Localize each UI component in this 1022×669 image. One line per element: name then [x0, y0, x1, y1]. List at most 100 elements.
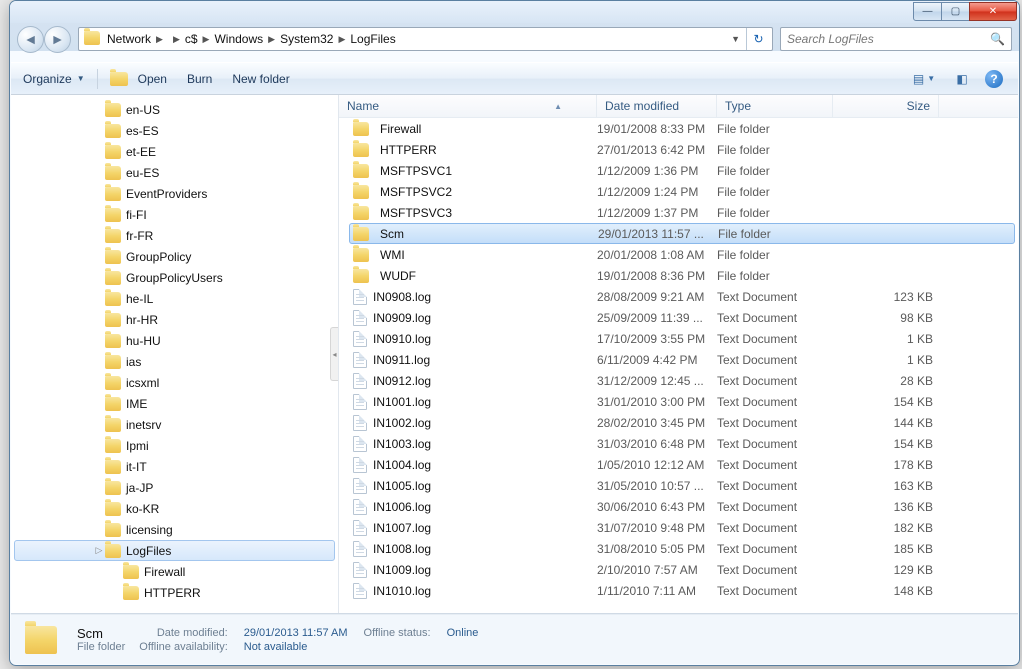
file-name: IN1006.log — [373, 500, 431, 514]
toolbar: Organize ▼ Open Burn New folder ▤ ▼ ◧ ? — [11, 62, 1018, 95]
file-rows[interactable]: Firewall19/01/2008 8:33 PMFile folderHTT… — [339, 118, 1018, 613]
preview-pane-button[interactable]: ◧ — [946, 66, 978, 92]
breadcrumb[interactable]: c$ — [181, 32, 202, 46]
tree-item-label: hu-HU — [126, 334, 161, 348]
expand-icon[interactable]: ▷ — [93, 545, 105, 556]
chevron-right-icon[interactable]: ▶ — [155, 34, 164, 45]
tree-item[interactable]: EventProviders — [11, 183, 338, 204]
burn-button[interactable]: Burn — [177, 66, 222, 92]
sort-indicator-icon: ▲ — [554, 102, 588, 111]
maximize-button[interactable]: ▢ — [941, 2, 970, 21]
close-button[interactable]: ✕ — [969, 2, 1017, 21]
tree-item[interactable]: inetsrv — [11, 414, 338, 435]
folder-icon — [105, 544, 121, 558]
file-name: IN0912.log — [373, 374, 431, 388]
tree-item[interactable]: licensing — [11, 519, 338, 540]
file-row[interactable]: IN1002.log28/02/2010 3:45 PMText Documen… — [339, 412, 1018, 433]
tree-item[interactable]: et-EE — [11, 141, 338, 162]
tree-item[interactable]: ja-JP — [11, 477, 338, 498]
tree-item-label: inetsrv — [126, 418, 161, 432]
file-size: 144 KB — [833, 416, 933, 430]
chevron-right-icon[interactable]: ▶ — [267, 34, 276, 45]
column-type[interactable]: Type — [717, 95, 833, 117]
address-bar[interactable]: Network▶ ▶ c$▶ Windows▶ System32▶ LogFil… — [78, 27, 773, 51]
breadcrumb[interactable]: LogFiles — [346, 32, 399, 46]
file-row[interactable]: IN1008.log31/08/2010 5:05 PMText Documen… — [339, 538, 1018, 559]
file-row[interactable]: WUDF19/01/2008 8:36 PMFile folder — [339, 265, 1018, 286]
tree-item[interactable]: IME — [11, 393, 338, 414]
file-row[interactable]: MSFTPSVC11/12/2009 1:36 PMFile folder — [339, 160, 1018, 181]
file-row[interactable]: Firewall19/01/2008 8:33 PMFile folder — [339, 118, 1018, 139]
file-row[interactable]: IN1005.log31/05/2010 10:57 ...Text Docum… — [339, 475, 1018, 496]
organize-menu[interactable]: Organize ▼ — [19, 66, 95, 92]
tree-item[interactable]: GroupPolicy — [11, 246, 338, 267]
folder-icon — [105, 250, 121, 264]
file-row[interactable]: IN0910.log17/10/2009 3:55 PMText Documen… — [339, 328, 1018, 349]
tree-item-label: IME — [126, 397, 147, 411]
file-row[interactable]: IN1003.log31/03/2010 6:48 PMText Documen… — [339, 433, 1018, 454]
file-row[interactable]: IN1010.log1/11/2010 7:11 AMText Document… — [339, 580, 1018, 601]
tree-item[interactable]: hu-HU — [11, 330, 338, 351]
file-row[interactable]: HTTPERR27/01/2013 6:42 PMFile folder — [339, 139, 1018, 160]
file-date: 1/11/2010 7:11 AM — [597, 584, 717, 598]
file-type: Text Document — [717, 353, 833, 367]
tree-item[interactable]: hr-HR — [11, 309, 338, 330]
column-date[interactable]: Date modified — [597, 95, 717, 117]
views-button[interactable]: ▤ ▼ — [902, 66, 946, 92]
tree-item[interactable]: HTTPERR — [11, 582, 338, 603]
file-row[interactable]: IN1007.log31/07/2010 9:48 PMText Documen… — [339, 517, 1018, 538]
tree-item[interactable]: ko-KR — [11, 498, 338, 519]
navigation-tree[interactable]: en-USes-ESet-EEeu-ESEventProvidersfi-FIf… — [11, 95, 339, 613]
file-row[interactable]: MSFTPSVC21/12/2009 1:24 PMFile folder — [339, 181, 1018, 202]
new-folder-button[interactable]: New folder — [222, 66, 299, 92]
folder-icon — [105, 376, 121, 390]
file-row[interactable]: IN0908.log28/08/2009 9:21 AMText Documen… — [339, 286, 1018, 307]
tree-item[interactable]: fr-FR — [11, 225, 338, 246]
file-row[interactable]: IN1001.log31/01/2010 3:00 PMText Documen… — [339, 391, 1018, 412]
tree-item[interactable]: eu-ES — [11, 162, 338, 183]
tree-item[interactable]: Firewall — [11, 561, 338, 582]
file-row[interactable]: IN1004.log1/05/2010 12:12 AMText Documen… — [339, 454, 1018, 475]
tree-item[interactable]: es-ES — [11, 120, 338, 141]
file-row[interactable]: MSFTPSVC31/12/2009 1:37 PMFile folder — [339, 202, 1018, 223]
file-row[interactable]: IN0912.log31/12/2009 12:45 ...Text Docum… — [339, 370, 1018, 391]
tree-item[interactable]: Ipmi — [11, 435, 338, 456]
back-button[interactable]: ◄ — [17, 26, 44, 53]
breadcrumb[interactable]: System32 — [276, 32, 337, 46]
file-row[interactable]: Scm29/01/2013 11:57 ...File folder — [349, 223, 1015, 244]
tree-item[interactable]: icsxml — [11, 372, 338, 393]
chevron-right-icon[interactable]: ▶ — [202, 34, 211, 45]
details-value: Online — [447, 627, 479, 639]
file-type: Text Document — [717, 584, 833, 598]
column-name[interactable]: Name ▲ — [339, 95, 597, 117]
tree-item[interactable]: en-US — [11, 99, 338, 120]
open-button[interactable]: Open — [100, 66, 177, 92]
tree-item[interactable]: GroupPolicyUsers — [11, 267, 338, 288]
file-name: HTTPERR — [380, 143, 437, 157]
tree-item[interactable]: it-IT — [11, 456, 338, 477]
file-row[interactable]: IN0909.log25/09/2009 11:39 ...Text Docum… — [339, 307, 1018, 328]
file-row[interactable]: IN0911.log6/11/2009 4:42 PMText Document… — [339, 349, 1018, 370]
preview-pane-icon: ◧ — [956, 72, 967, 86]
tree-splitter[interactable]: ◂ — [330, 327, 338, 381]
search-input[interactable]: Search LogFiles 🔍 — [780, 27, 1012, 51]
refresh-button[interactable]: ↻ — [746, 28, 770, 50]
tree-item[interactable]: ▷LogFiles — [14, 540, 335, 561]
chevron-right-icon[interactable]: ▶ — [337, 34, 346, 45]
file-size: 1 KB — [833, 332, 933, 346]
column-size[interactable]: Size — [833, 95, 939, 117]
minimize-button[interactable]: — — [913, 2, 942, 21]
file-type: File folder — [717, 248, 833, 262]
chevron-right-icon[interactable]: ▶ — [172, 34, 181, 45]
file-row[interactable]: IN1009.log2/10/2010 7:57 AMText Document… — [339, 559, 1018, 580]
tree-item[interactable]: fi-FI — [11, 204, 338, 225]
breadcrumb[interactable]: Windows — [210, 32, 267, 46]
help-button[interactable]: ? — [978, 66, 1010, 92]
breadcrumb[interactable]: Network — [103, 32, 155, 46]
file-row[interactable]: WMI20/01/2008 1:08 AMFile folder — [339, 244, 1018, 265]
address-dropdown[interactable]: ▼ — [725, 34, 746, 44]
tree-item[interactable]: ias — [11, 351, 338, 372]
file-row[interactable]: IN1006.log30/06/2010 6:43 PMText Documen… — [339, 496, 1018, 517]
tree-item[interactable]: he-IL — [11, 288, 338, 309]
forward-button[interactable]: ► — [44, 26, 71, 53]
